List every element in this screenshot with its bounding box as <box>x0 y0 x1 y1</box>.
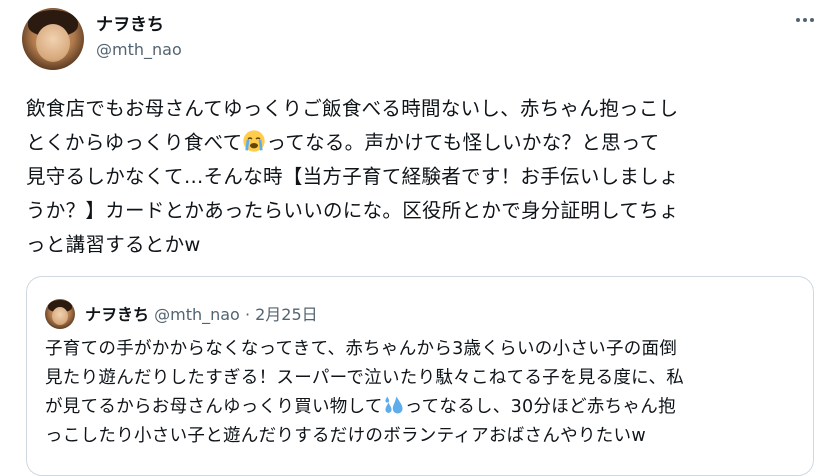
quoted-author-avatar[interactable] <box>45 299 75 329</box>
quoted-tweet-text: 子育ての手がかからなくなってきて、赤ちゃんから3歳くらいの小さい子の面倒 見たり… <box>45 335 805 451</box>
quoted-tweet-card[interactable]: ナヲきち @mth_nao · 2月25日 子育ての手がかからなくなってきて、赤… <box>26 276 814 476</box>
author-avatar[interactable] <box>22 8 84 70</box>
more-horizontal-icon <box>796 18 800 22</box>
quoted-tweet-header: ナヲきち @mth_nao · 2月25日 <box>85 301 318 325</box>
avatar-face <box>36 24 70 62</box>
author-display-name[interactable]: ナヲきち <box>96 10 164 35</box>
more-dot <box>810 18 814 22</box>
more-options-button[interactable] <box>790 10 820 30</box>
more-dot <box>803 18 807 22</box>
author-handle[interactable]: @mth_nao <box>96 40 182 59</box>
separator-dot: · <box>244 305 251 324</box>
quoted-author-handle[interactable]: @mth_nao <box>154 305 240 324</box>
loudly-crying-face-icon <box>243 130 266 152</box>
quoted-author-display-name[interactable]: ナヲきち <box>85 305 149 324</box>
sweat-droplets-icon <box>385 396 403 414</box>
quoted-tweet-date[interactable]: 2月25日 <box>255 305 318 324</box>
tweet-text: 飲食店でもお母さんてゆっくりご飯食べる時間ないし、赤ちゃん抱っこし とくからゆっ… <box>26 92 816 262</box>
avatar-face <box>52 307 68 325</box>
